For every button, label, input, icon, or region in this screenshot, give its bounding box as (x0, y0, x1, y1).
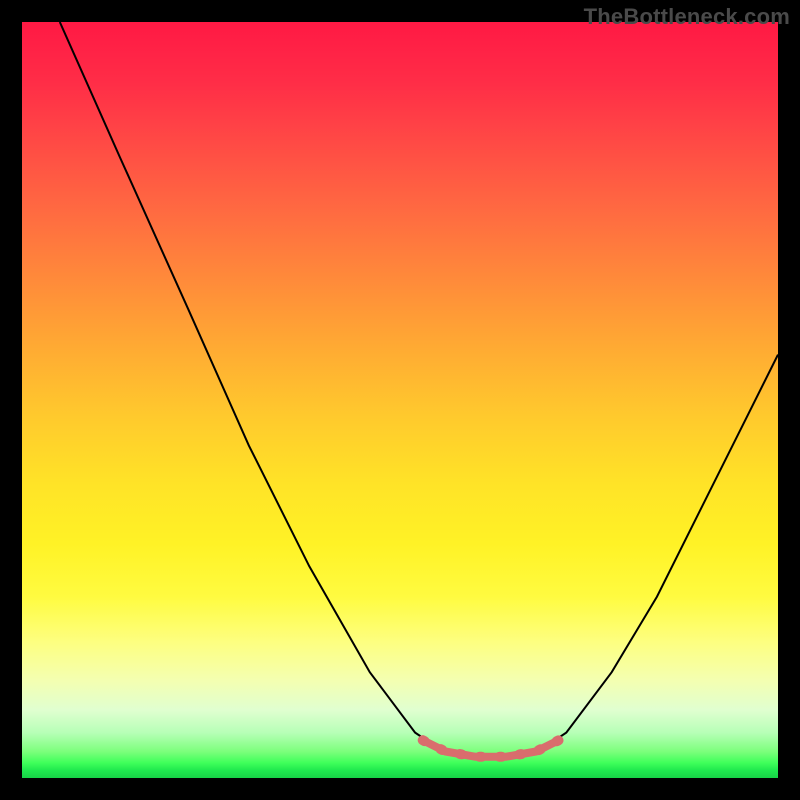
optimal-range-highlight-fill (423, 740, 559, 757)
chart-frame: TheBottleneck.com (0, 0, 800, 800)
watermark-text: TheBottleneck.com (584, 4, 790, 30)
bottleneck-curve (60, 22, 778, 759)
curve-layer (22, 22, 778, 778)
plot-area (22, 22, 778, 778)
